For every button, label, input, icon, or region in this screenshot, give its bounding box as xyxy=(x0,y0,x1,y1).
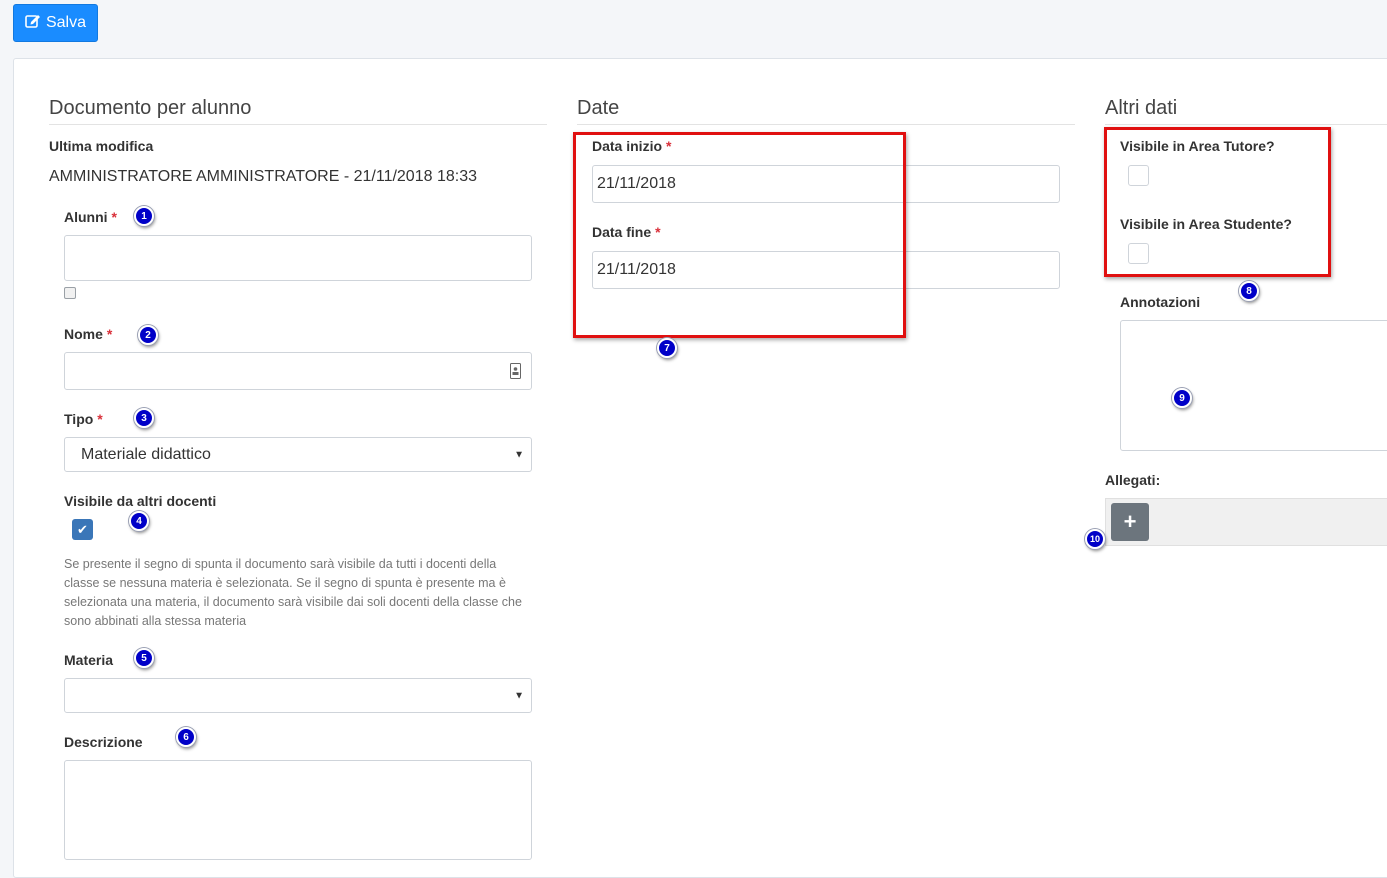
section-title-date: Date xyxy=(577,97,620,119)
plus-icon: + xyxy=(1123,509,1137,534)
annotation-badge-3: 3 xyxy=(134,408,154,428)
annotation-badge-6: 6 xyxy=(176,727,196,747)
alunni-input[interactable] xyxy=(64,235,532,281)
annotation-badge-7: 7 xyxy=(657,338,677,358)
highlight-box-visibility xyxy=(1104,127,1331,277)
annotation-badge-10: 10 xyxy=(1085,529,1105,549)
materia-label: Materia xyxy=(64,652,114,668)
contact-card-icon xyxy=(510,363,521,384)
add-attachment-button[interactable]: + xyxy=(1111,503,1149,541)
materia-select[interactable]: ▼ xyxy=(64,678,532,713)
divider xyxy=(1105,124,1387,125)
visibile-docenti-checkbox[interactable]: ✔ xyxy=(72,519,93,540)
allegati-label: Allegati: xyxy=(1105,472,1161,488)
alunni-checkbox[interactable] xyxy=(64,287,76,299)
help-text: Se presente il segno di spunta il docume… xyxy=(64,557,522,628)
descrizione-label: Descrizione xyxy=(64,734,143,750)
annotazioni-textarea[interactable] xyxy=(1120,320,1387,451)
annotation-badge-4: 4 xyxy=(129,511,149,531)
section-title-documento: Documento per alunno xyxy=(49,97,252,119)
annotation-badge-1: 1 xyxy=(134,206,154,226)
annotation-badge-9: 9 xyxy=(1172,388,1192,408)
nome-input[interactable] xyxy=(64,352,532,390)
visibile-docenti-label: Visibile da altri docenti xyxy=(64,493,217,509)
check-icon: ✔ xyxy=(77,521,88,537)
divider xyxy=(577,124,1075,125)
edit-icon xyxy=(25,13,41,33)
descrizione-textarea[interactable] xyxy=(64,760,532,860)
highlight-box-date xyxy=(573,132,906,338)
save-button-label: Salva xyxy=(45,14,87,31)
nome-label: Nome * xyxy=(64,326,113,342)
annotazioni-label: Annotazioni xyxy=(1120,294,1201,310)
annotation-badge-8: 8 xyxy=(1239,281,1259,301)
last-modified-label: Ultima modifica xyxy=(49,138,154,154)
tipo-label: Tipo * xyxy=(64,411,103,427)
save-button[interactable]: Salva xyxy=(13,4,98,42)
chevron-down-icon: ▼ xyxy=(514,690,524,701)
divider xyxy=(49,124,547,125)
section-title-altri-dati: Altri dati xyxy=(1105,97,1178,119)
chevron-down-icon: ▼ xyxy=(514,449,524,460)
tipo-select[interactable]: Materiale didattico ▼ xyxy=(64,437,532,472)
tipo-select-value: Materiale didattico xyxy=(81,445,211,463)
alunni-label: Alunni * xyxy=(64,209,117,225)
last-modified-value: AMMINISTRATORE AMMINISTRATORE - 21/11/20… xyxy=(49,168,477,185)
annotation-badge-5: 5 xyxy=(134,648,154,668)
annotation-badge-2: 2 xyxy=(138,325,158,345)
